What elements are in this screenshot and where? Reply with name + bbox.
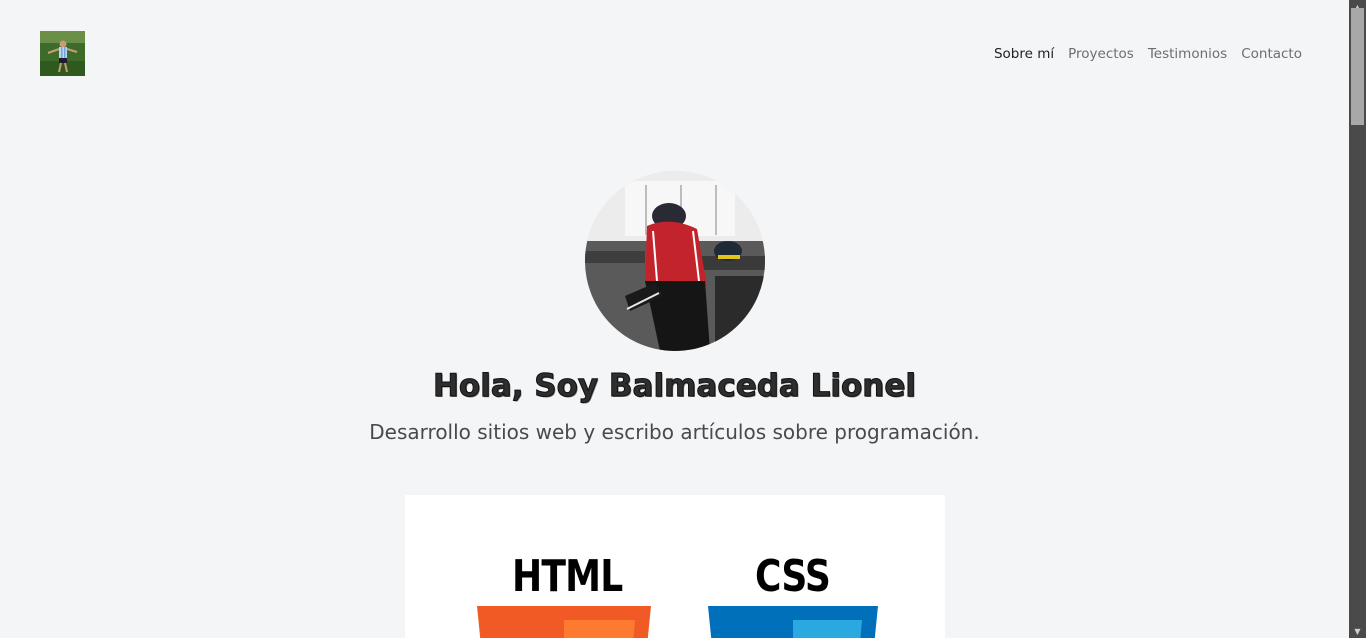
css-label: CSS xyxy=(755,551,831,602)
main-nav: Sobre mí Proyectos Testimonios Contacto xyxy=(987,44,1302,64)
nav-contacto[interactable]: Contacto xyxy=(1234,44,1302,64)
page: Sobre mí Proyectos Testimonios Contacto xyxy=(0,0,1349,638)
hero-title: Hola, Soy Balmaceda Lionel xyxy=(432,368,917,405)
skills-image: HTML CSS xyxy=(405,495,945,638)
html-label: HTML xyxy=(512,551,623,602)
scroll-down-arrow-icon[interactable]: ▼ xyxy=(1349,624,1366,638)
profile-photo-icon xyxy=(585,171,765,351)
css3-shield-icon xyxy=(708,606,878,638)
hero-subtitle: Desarrollo sitios web y escribo artículo… xyxy=(369,420,980,444)
scrollbar-thumb[interactable] xyxy=(1351,8,1364,125)
nav-sobre-mi[interactable]: Sobre mí xyxy=(987,44,1061,64)
nav-testimonios[interactable]: Testimonios xyxy=(1141,44,1234,64)
nav-proyectos[interactable]: Proyectos xyxy=(1061,44,1141,64)
profile-avatar xyxy=(585,171,765,351)
logo-photo-icon xyxy=(40,31,85,76)
html5-shield-icon xyxy=(477,606,651,638)
site-logo[interactable] xyxy=(40,31,85,76)
vertical-scrollbar[interactable]: ▲ ▼ xyxy=(1349,0,1366,638)
